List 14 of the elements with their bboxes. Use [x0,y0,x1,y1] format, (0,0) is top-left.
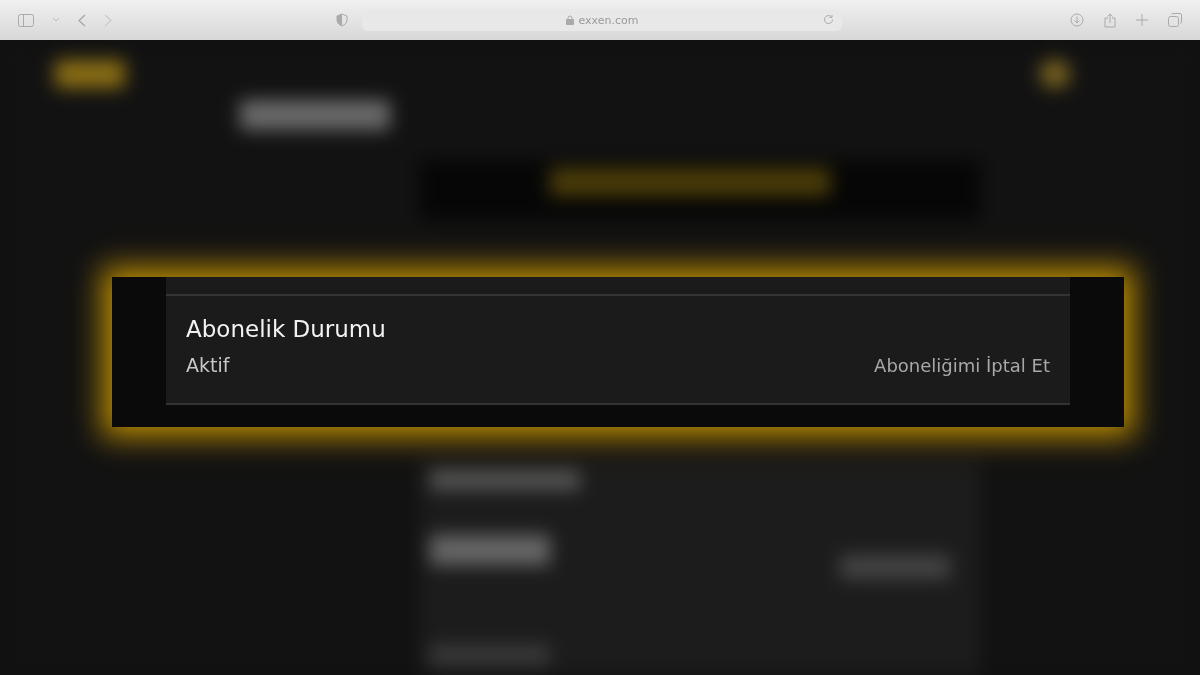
shield-icon[interactable] [336,13,348,27]
lock-icon [565,15,574,25]
download-icon[interactable] [1070,13,1084,27]
sidebar-icon[interactable] [18,13,34,27]
section-title: Abonelik Durumu [186,316,386,342]
plus-icon[interactable] [1136,14,1148,26]
forward-icon[interactable] [104,13,112,27]
share-icon[interactable] [1104,12,1116,28]
status-text: Aktif [186,354,230,376]
tabs-icon[interactable] [1168,13,1182,27]
chevron-down-icon[interactable] [52,17,60,23]
reload-icon[interactable] [823,14,834,25]
back-icon[interactable] [78,13,86,27]
cancel-subscription-link[interactable]: Aboneliğimi İptal Et [874,354,1050,376]
